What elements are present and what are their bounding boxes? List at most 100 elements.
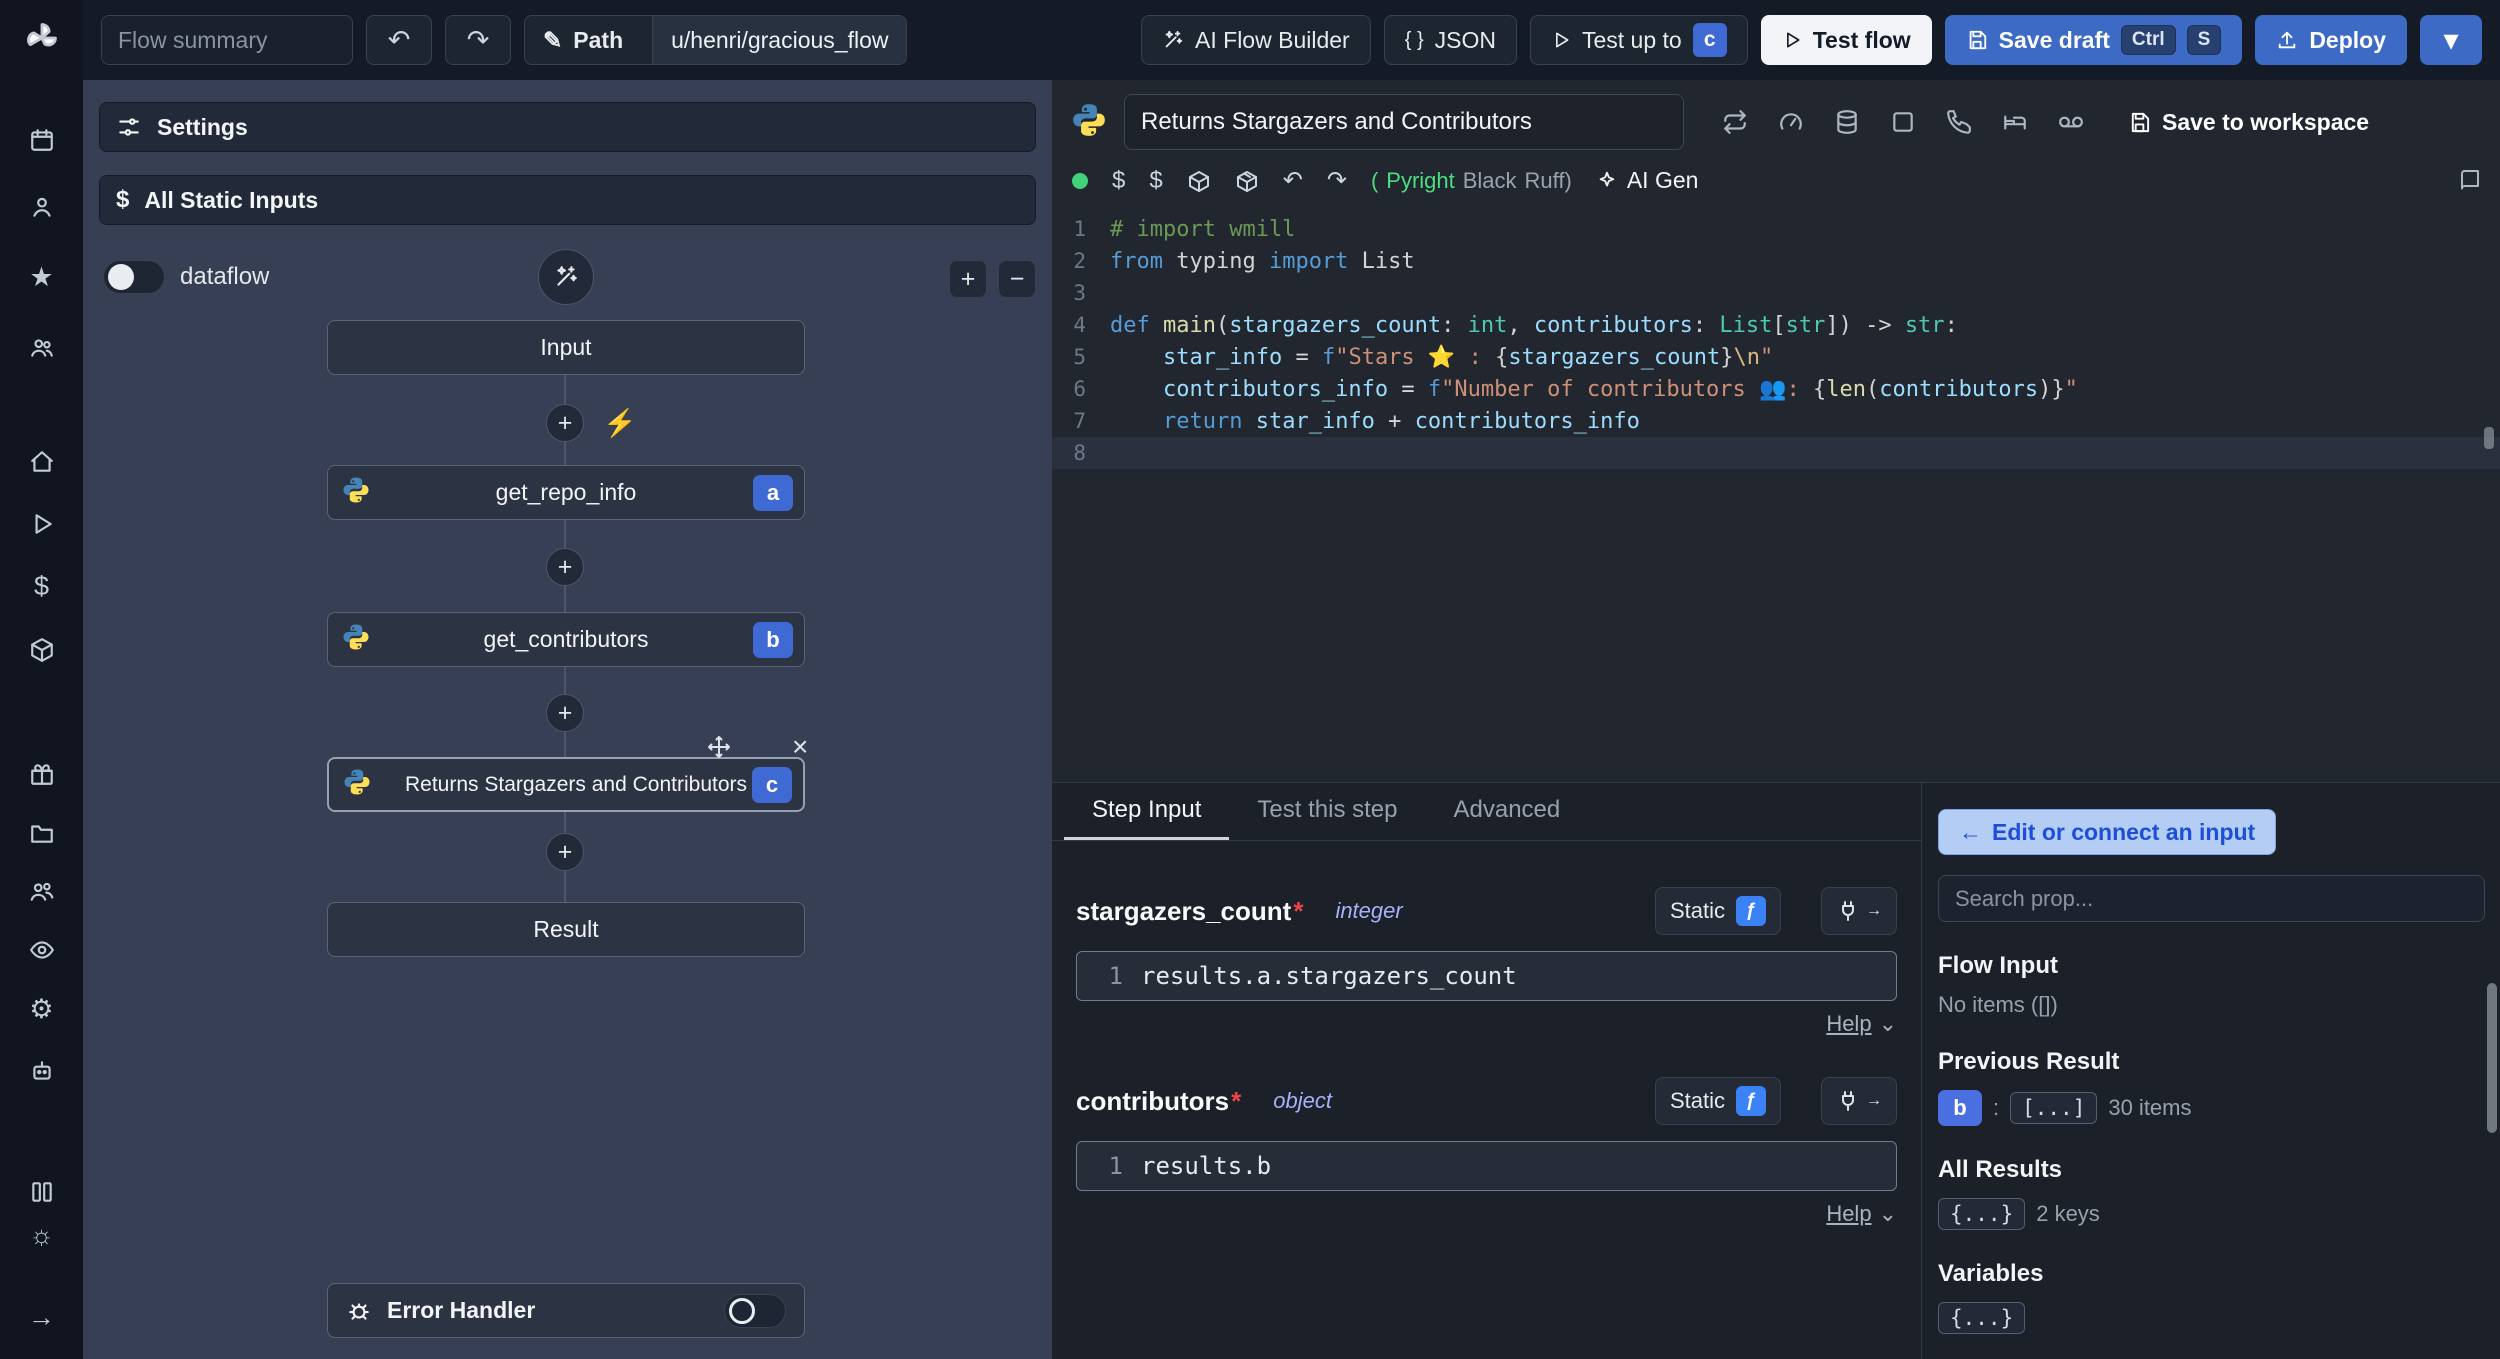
package-plus-icon[interactable] bbox=[1235, 169, 1259, 193]
previous-result-title: Previous Result bbox=[1938, 1048, 2120, 1075]
robot-icon[interactable] bbox=[0, 1049, 83, 1093]
settings-button[interactable]: Settings bbox=[99, 102, 1036, 152]
expr-input-stargazers[interactable]: 1 results.a.stargazers_count bbox=[1076, 951, 1897, 1001]
ai-wand-button[interactable] bbox=[538, 249, 594, 305]
code-line: 5 star_info = f"Stars ⭐ : {stargazers_co… bbox=[1073, 344, 1774, 370]
variables-icon[interactable]: $ bbox=[0, 564, 83, 608]
save-to-workspace-button[interactable]: Save to workspace bbox=[2128, 109, 2369, 136]
undo-icon[interactable]: ↶ bbox=[1283, 166, 1303, 195]
dataflow-label: dataflow bbox=[180, 263, 270, 290]
loop-icon[interactable] bbox=[1722, 109, 1748, 135]
step-title-input[interactable] bbox=[1124, 94, 1684, 150]
redo-button[interactable]: ↷ bbox=[445, 15, 511, 65]
deploy-icon bbox=[2279, 31, 2296, 49]
path-button[interactable]: ✎ Path u/henri/gracious_flow bbox=[524, 15, 908, 65]
book-icon[interactable] bbox=[2458, 169, 2482, 193]
test-up-to-button[interactable]: Test up to c bbox=[1529, 15, 1748, 65]
delete-step-button[interactable]: × bbox=[792, 731, 808, 763]
add-step-button[interactable]: + bbox=[546, 694, 584, 732]
deploy-button[interactable]: Deploy bbox=[2255, 15, 2407, 65]
zoom-out-button[interactable]: − bbox=[998, 260, 1036, 298]
tab-test-this-step[interactable]: Test this step bbox=[1229, 783, 1425, 840]
resources-icon[interactable] bbox=[0, 628, 83, 672]
step-node-b[interactable]: get_contributors b bbox=[327, 612, 805, 667]
add-step-button[interactable]: + bbox=[546, 548, 584, 586]
kbd-ctrl: Ctrl bbox=[2120, 25, 2176, 55]
flow-summary-input[interactable] bbox=[101, 15, 353, 65]
runs-icon[interactable] bbox=[0, 502, 83, 546]
editor-mode-icon: ƒ bbox=[1736, 896, 1766, 926]
dollar-icon[interactable]: $ bbox=[1112, 167, 1125, 195]
wand-icon bbox=[557, 266, 577, 286]
save-draft-button[interactable]: Save draft Ctrl S bbox=[1944, 15, 2243, 65]
connect-input-button[interactable]: → bbox=[1821, 1077, 1897, 1125]
input-node[interactable]: Input bbox=[327, 320, 805, 375]
zoom-in-button[interactable]: + bbox=[949, 260, 987, 298]
dollar-icon[interactable]: $ bbox=[1149, 167, 1162, 195]
columns-icon[interactable] bbox=[0, 1170, 83, 1214]
user-icon[interactable] bbox=[0, 185, 83, 229]
all-results-preview[interactable]: {...} bbox=[1938, 1198, 2026, 1230]
step-badge-a: a bbox=[753, 474, 793, 511]
windmill-logo[interactable] bbox=[0, 16, 83, 60]
gauge-icon[interactable] bbox=[1778, 109, 1804, 135]
step-node-c[interactable]: Returns Stargazers and Contributors c bbox=[327, 757, 805, 812]
result-node[interactable]: Result bbox=[327, 902, 805, 957]
redo-icon[interactable]: ↷ bbox=[1327, 166, 1347, 195]
caret-down-icon[interactable]: ⌄ bbox=[1879, 1011, 1897, 1037]
prev-result-preview[interactable]: [...] bbox=[2010, 1092, 2098, 1124]
caret-down-icon[interactable]: ⌄ bbox=[1879, 1201, 1897, 1227]
folder-icon[interactable] bbox=[0, 811, 83, 855]
home-icon[interactable] bbox=[0, 440, 83, 484]
code-line: 8 bbox=[1052, 437, 2500, 469]
calendar-icon[interactable] bbox=[0, 118, 83, 162]
ai-gen-button[interactable]: AI Gen bbox=[1596, 167, 1698, 194]
undo-button[interactable]: ↶ bbox=[366, 15, 432, 65]
database-icon[interactable] bbox=[1834, 109, 1860, 135]
add-step-button[interactable]: + bbox=[546, 833, 584, 871]
box-icon[interactable] bbox=[0, 752, 83, 796]
json-button[interactable]: { } JSON bbox=[1383, 15, 1517, 65]
error-handler-node[interactable]: Error Handler bbox=[327, 1283, 805, 1338]
star-icon[interactable]: ★ bbox=[0, 255, 83, 299]
arrow-right-icon: → bbox=[1866, 1092, 1882, 1109]
edit-connect-button[interactable]: ← Edit or connect an input bbox=[1938, 809, 2277, 855]
deploy-menu-button[interactable]: ▾ bbox=[2420, 15, 2482, 65]
static-mode-button[interactable]: Static ƒ bbox=[1654, 1077, 1781, 1125]
phone-icon[interactable] bbox=[1946, 109, 1972, 135]
step-node-a[interactable]: get_repo_info a bbox=[327, 465, 805, 520]
square-icon[interactable] bbox=[1890, 109, 1916, 135]
ai-flow-builder-button[interactable]: AI Flow Builder bbox=[1141, 15, 1371, 65]
connect-input-button[interactable]: → bbox=[1821, 887, 1897, 935]
bed-icon[interactable] bbox=[2002, 109, 2028, 135]
help-link[interactable]: Help bbox=[1826, 1201, 1871, 1227]
static-mode-button[interactable]: Static ƒ bbox=[1654, 887, 1781, 935]
editor-scrollbar[interactable] bbox=[2484, 427, 2494, 449]
test-flow-button[interactable]: Test flow bbox=[1760, 15, 1932, 65]
theme-icon[interactable]: ☼ bbox=[0, 1213, 83, 1257]
trigger-bolt-button[interactable]: ⚡ bbox=[601, 404, 639, 442]
groups-icon[interactable] bbox=[0, 869, 83, 913]
code-editor[interactable]: 1 # import wmill 2 from typing import List 3… bbox=[1052, 213, 2500, 469]
variables-preview[interactable]: {...} bbox=[1938, 1302, 2026, 1334]
move-step-handle[interactable] bbox=[707, 735, 731, 759]
add-step-button[interactable]: + bbox=[546, 404, 584, 442]
code-assistants-status[interactable]: (Pyright Black Ruff) bbox=[1371, 168, 1572, 194]
prop-search-input[interactable] bbox=[1938, 875, 2485, 922]
tab-step-input[interactable]: Step Input bbox=[1064, 783, 1230, 840]
error-handler-toggle[interactable] bbox=[724, 1293, 786, 1328]
tab-advanced[interactable]: Advanced bbox=[1425, 783, 1588, 840]
help-link[interactable]: Help bbox=[1826, 1011, 1871, 1037]
package-icon[interactable] bbox=[1187, 169, 1211, 193]
users-icon[interactable] bbox=[0, 326, 83, 370]
voicemail-icon[interactable] bbox=[2058, 109, 2084, 135]
expand-sidebar-icon[interactable]: → bbox=[0, 1295, 83, 1339]
settings-icon[interactable]: ⚙ bbox=[0, 987, 83, 1031]
minus-icon: − bbox=[1009, 264, 1025, 293]
expr-input-contributors[interactable]: 1 results.b bbox=[1076, 1141, 1897, 1191]
props-scrollbar[interactable] bbox=[2487, 983, 2497, 1133]
all-static-inputs-button[interactable]: $ All Static Inputs bbox=[99, 175, 1036, 225]
eye-icon[interactable] bbox=[0, 928, 83, 972]
dataflow-toggle[interactable] bbox=[103, 260, 165, 294]
prev-result-badge[interactable]: b bbox=[1938, 1090, 1982, 1126]
